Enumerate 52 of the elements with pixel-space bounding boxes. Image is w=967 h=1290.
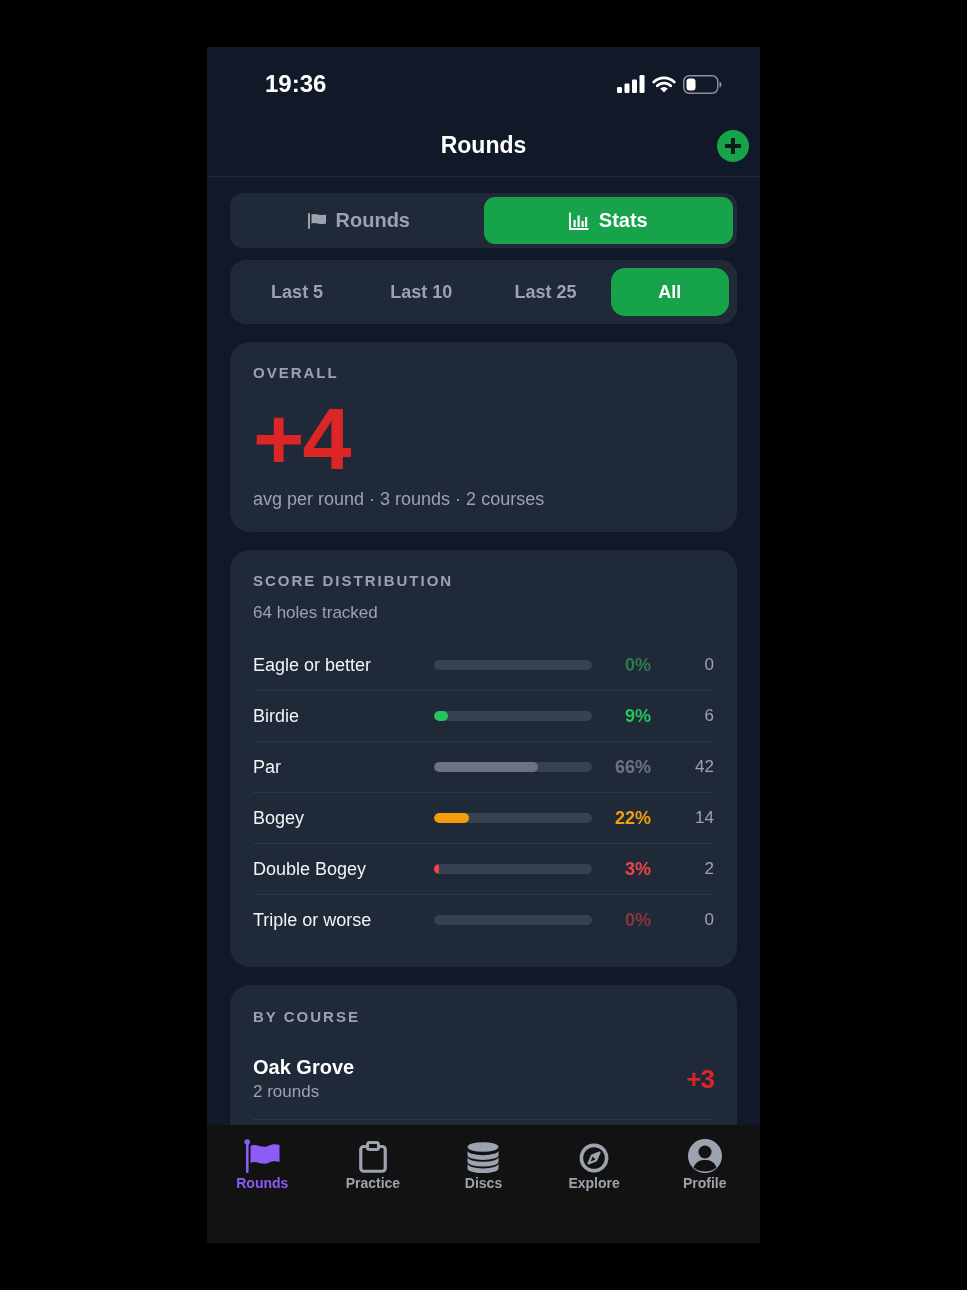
screen-title: Rounds <box>440 132 527 159</box>
clipboard-icon <box>358 1141 387 1173</box>
score-label: Par <box>253 756 282 778</box>
score-label: Triple or worse <box>253 909 373 931</box>
percent-text: 0% <box>624 909 651 931</box>
flag-icon <box>244 1139 281 1173</box>
count-text: 42 <box>694 757 714 777</box>
add-button[interactable] <box>717 129 749 162</box>
count-text: 6 <box>703 706 714 726</box>
flag-icon <box>307 212 326 229</box>
overall-summary: avg per round · 3 rounds · 2 courses <box>253 488 546 510</box>
card-heading: SCORE DISTRIBUTION <box>253 572 455 590</box>
score-label: Double Bogey <box>253 858 368 880</box>
count-text: 0 <box>703 910 714 930</box>
wifi-icon <box>652 75 676 93</box>
card-heading: OVERALL <box>253 364 340 382</box>
range-tab[interactable]: Last 10 <box>362 268 481 316</box>
holes-tracked: 64 holes tracked <box>253 602 379 624</box>
bar-chart-icon <box>568 211 589 230</box>
tab-bar-item[interactable]: Explore <box>562 1137 626 1191</box>
course-rounds: 2 rounds <box>253 1081 321 1103</box>
score-label: Eagle or better <box>253 654 373 676</box>
count-text: 2 <box>703 859 714 879</box>
tab-bar-item[interactable]: Practice <box>339 1137 407 1191</box>
course-score: +3 <box>686 1063 714 1095</box>
percent-text: 3% <box>624 858 651 880</box>
plus-icon <box>725 137 741 154</box>
range-tab[interactable]: Last 5 <box>238 268 357 316</box>
score-label: Birdie <box>253 705 301 727</box>
range-tab[interactable]: Last 25 <box>486 268 605 316</box>
count-text: 14 <box>694 808 714 828</box>
percent-text: 66% <box>613 756 651 778</box>
card-heading: BY COURSE <box>253 1008 361 1026</box>
course-name: Oak Grove <box>253 1055 355 1079</box>
percent-text: 0% <box>624 654 651 676</box>
score-label: Bogey <box>253 807 306 829</box>
count-text: 0 <box>703 655 714 675</box>
tab-bar-item[interactable]: Discs <box>458 1137 509 1191</box>
tab-bar-item[interactable]: Profile <box>676 1137 733 1191</box>
average-score: +4 <box>253 394 352 484</box>
tab-bar-item[interactable]: Rounds <box>230 1137 295 1191</box>
disc-stack-icon <box>466 1141 501 1173</box>
signal-icon <box>617 75 645 93</box>
range-tab[interactable]: All <box>610 268 729 316</box>
person-icon <box>687 1139 722 1173</box>
percent-text: 9% <box>624 705 651 727</box>
compass-icon <box>579 1143 610 1173</box>
percent-text: 22% <box>613 807 651 829</box>
view-tab[interactable]: Stats <box>483 197 733 244</box>
status-time: 19:36 <box>265 70 327 98</box>
view-tab[interactable]: Rounds <box>234 197 484 244</box>
battery-icon <box>683 74 722 94</box>
